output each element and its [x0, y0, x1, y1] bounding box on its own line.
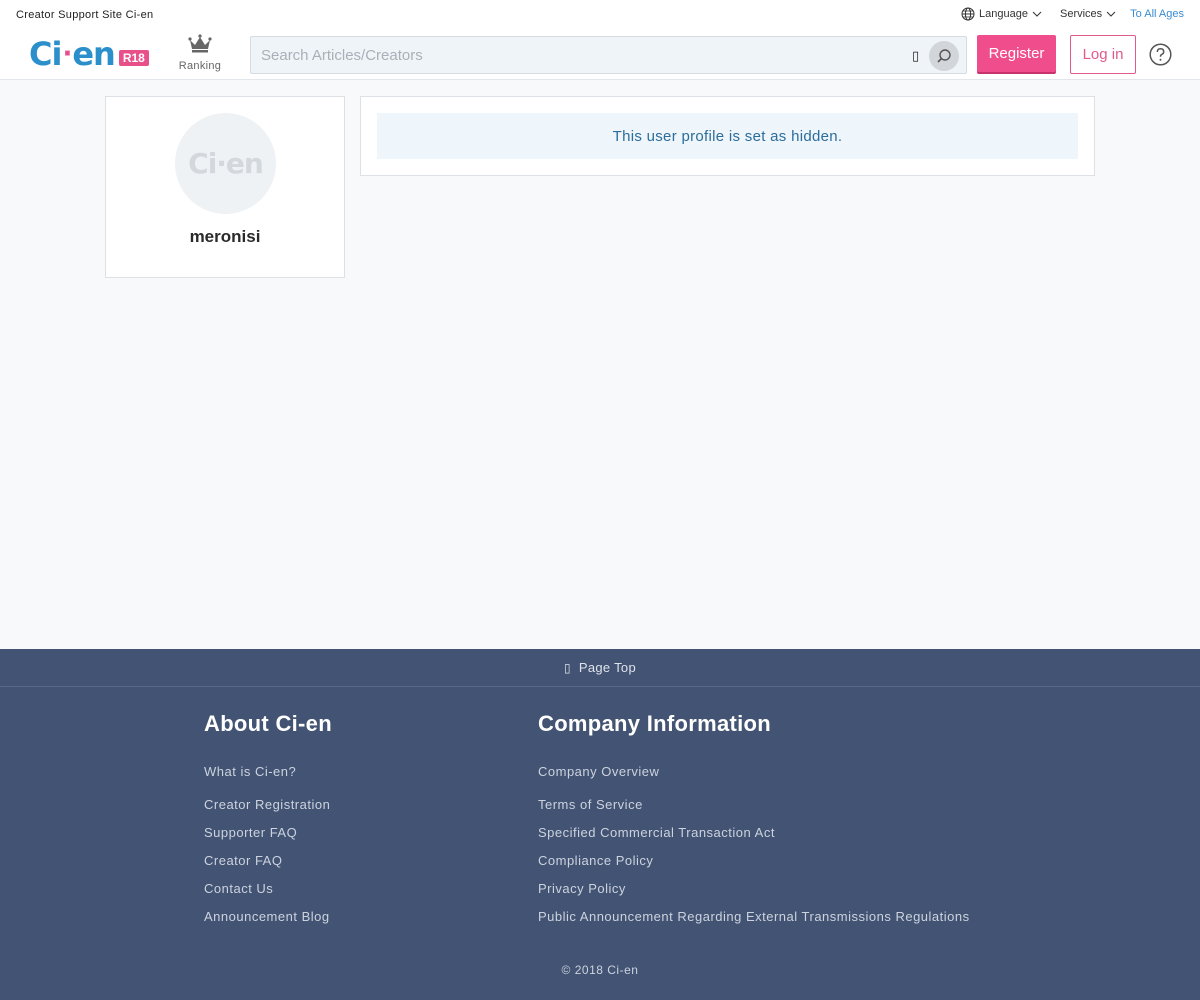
footer-link-what-is-ci-en[interactable]: What is Ci-en? — [204, 764, 332, 780]
ranking-label: Ranking — [178, 60, 222, 72]
page-top-link[interactable]: ▯ Page Top — [0, 649, 1200, 687]
crown-icon — [188, 34, 212, 53]
footer-company-column: Company Information Company Overview Ter… — [538, 711, 970, 925]
footer-company-heading: Company Information — [538, 711, 772, 736]
page-top-label: Page Top — [578, 660, 636, 675]
hidden-profile-notice: This user profile is set as hidden. — [377, 113, 1078, 159]
arrow-up-icon: ▯ — [563, 660, 571, 675]
site-tagline: Creator Support Site Ci-en — [16, 9, 154, 21]
footer-link-commercial-transaction-act[interactable]: Specified Commercial Transaction Act — [538, 825, 970, 841]
all-ages-link[interactable]: To All Ages — [1130, 8, 1184, 20]
site-logo[interactable]: Ci · en R18 — [29, 36, 149, 72]
globe-icon — [961, 7, 975, 21]
footer-link-company-overview[interactable]: Company Overview — [538, 764, 970, 780]
search-input[interactable] — [261, 45, 901, 65]
chevron-down-icon — [1106, 11, 1116, 17]
search-icon — [937, 49, 951, 63]
footer-about-heading: About Ci-en — [204, 711, 332, 736]
keyboard-icon[interactable]: ▯ — [912, 48, 919, 64]
profile-content-card: This user profile is set as hidden. — [360, 96, 1095, 176]
ranking-link[interactable]: Ranking — [176, 34, 224, 72]
search-bar: ▯ — [250, 36, 967, 74]
footer-link-compliance-policy[interactable]: Compliance Policy — [538, 853, 970, 869]
avatar-placeholder-logo: Ci·en — [188, 147, 264, 180]
logo-text-en: en — [72, 35, 115, 73]
top-strip-menu: Language Services To All Ages — [961, 7, 1184, 21]
site-footer: ▯ Page Top About Ci-en What is Ci-en? Cr… — [0, 649, 1200, 1000]
profile-card: Ci·en meronisi — [105, 96, 345, 278]
footer-link-terms-of-service[interactable]: Terms of Service — [538, 797, 970, 813]
logo-dot: · — [62, 39, 72, 69]
login-button[interactable]: Log in — [1070, 35, 1136, 74]
register-button[interactable]: Register — [977, 35, 1056, 72]
search-button[interactable] — [929, 41, 959, 71]
footer-link-supporter-faq[interactable]: Supporter FAQ — [204, 825, 332, 841]
footer-about-column: About Ci-en What is Ci-en? Creator Regis… — [204, 711, 332, 925]
help-icon — [1149, 43, 1172, 66]
site-header: Ci · en R18 Ranking ▯ Register Log in — [0, 30, 1200, 80]
chevron-down-icon — [1032, 11, 1042, 17]
username: meronisi — [189, 227, 261, 246]
avatar: Ci·en — [175, 113, 276, 214]
help-button[interactable] — [1149, 43, 1172, 71]
footer-link-privacy-policy[interactable]: Privacy Policy — [538, 881, 970, 897]
r18-badge: R18 — [118, 50, 149, 66]
footer-link-external-transmissions[interactable]: Public Announcement Regarding External T… — [538, 909, 970, 925]
copyright: © 2018 Ci-en — [561, 963, 639, 977]
top-strip: Creator Support Site Ci-en Language Serv… — [0, 0, 1200, 30]
services-label: Services — [1059, 8, 1103, 20]
footer-link-creator-registration[interactable]: Creator Registration — [204, 797, 332, 813]
footer-link-creator-faq[interactable]: Creator FAQ — [204, 853, 332, 869]
logo-text-ci: Ci — [29, 35, 62, 73]
footer-link-announcement-blog[interactable]: Announcement Blog — [204, 909, 332, 925]
services-menu[interactable]: Services — [1060, 8, 1116, 20]
footer-link-contact-us[interactable]: Contact Us — [204, 881, 332, 897]
language-label: Language — [979, 8, 1028, 20]
language-selector[interactable]: Language — [961, 7, 1046, 21]
